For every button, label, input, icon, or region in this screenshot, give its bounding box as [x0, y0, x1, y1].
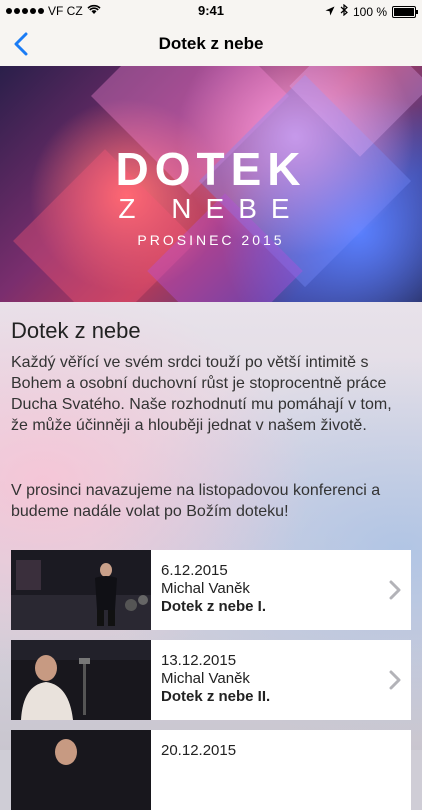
hero-title: DOTEK: [115, 143, 307, 195]
sermon-info: 20.12.2015: [161, 742, 236, 760]
sermon-list-item[interactable]: 6.12.2015 Michal Vaněk Dotek z nebe I.: [11, 550, 411, 630]
battery-percent: 100 %: [352, 4, 387, 19]
series-title: Dotek z nebe: [11, 318, 141, 343]
sermon-thumbnail: [11, 640, 151, 720]
hero-date: PROSINEC 2015: [137, 232, 285, 248]
sermon-thumbnail: [11, 730, 151, 810]
navigation-bar: Dotek z nebe: [0, 22, 422, 67]
sermon-date: 6.12.2015: [161, 562, 228, 579]
status-bar: VF CZ 9:41 100 %: [0, 0, 422, 22]
sermon-list-item[interactable]: 20.12.2015: [11, 730, 411, 810]
bluetooth-icon: [340, 3, 348, 19]
content-area: Dotek z nebe Každý věřící ve svém srdci …: [0, 302, 422, 810]
sermon-title: Dotek z nebe II.: [161, 688, 271, 705]
battery-icon: [392, 5, 418, 18]
sermon-list-item[interactable]: 13.12.2015 Michal Vaněk Dotek z nebe II.: [11, 640, 411, 720]
sermon-thumbnail: [11, 550, 151, 630]
status-right: 100 %: [325, 3, 418, 19]
sermon-date: 20.12.2015: [161, 742, 237, 759]
sermon-date: 13.12.2015: [161, 652, 237, 669]
sermon-speaker: Michal Vaněk: [161, 670, 250, 687]
series-description: Každý věřící ve svém srdci touží po větš…: [11, 354, 392, 434]
sermon-speaker: Michal Vaněk: [161, 580, 250, 597]
chevron-right-icon: [389, 670, 401, 690]
location-icon: [325, 5, 335, 19]
hero-banner: DOTEK Z NEBE PROSINEC 2015: [0, 66, 422, 302]
sermon-info: 6.12.2015 Michal Vaněk Dotek z nebe I.: [161, 562, 266, 616]
hero-logo: DOTEK Z NEBE PROSINEC 2015: [0, 146, 422, 248]
chevron-right-icon: [389, 580, 401, 600]
series-description-2: V prosinci navazujeme na listopadovou ko…: [11, 482, 381, 520]
sermon-title: Dotek z nebe I.: [161, 598, 267, 615]
sermon-info: 13.12.2015 Michal Vaněk Dotek z nebe II.: [161, 652, 270, 706]
nav-title: Dotek z nebe: [158, 34, 264, 53]
hero-subtitle: Z NEBE: [118, 193, 304, 224]
